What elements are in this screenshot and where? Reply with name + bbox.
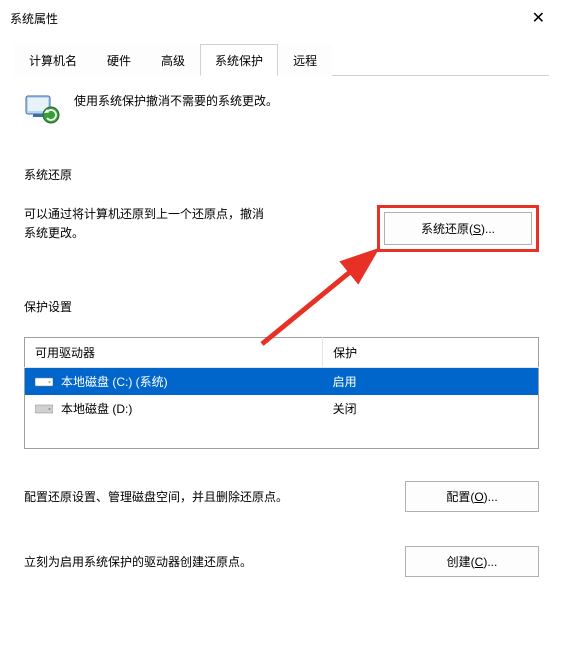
drive-protect-status: 关闭 xyxy=(323,395,539,422)
table-header-row: 可用驱动器 保护 xyxy=(25,338,539,368)
system-restore-button[interactable]: 系统还原(S)... xyxy=(384,212,532,245)
tab-strip: 计算机名 硬件 高级 系统保护 远程 xyxy=(14,44,549,76)
window-title: 系统属性 xyxy=(10,10,58,27)
close-icon[interactable]: ✕ xyxy=(526,8,551,28)
btn-label-suffix: )... xyxy=(483,555,497,569)
restore-description: 可以通过将计算机还原到上一个还原点，撤消系统更改。 xyxy=(24,205,274,243)
btn-label-suffix: )... xyxy=(484,490,498,504)
drive-table: 可用驱动器 保护 本地磁盘 (C:) (系统) xyxy=(24,337,539,449)
tab-remote[interactable]: 远程 xyxy=(278,44,332,76)
table-row[interactable]: 本地磁盘 (C:) (系统) 启用 xyxy=(25,368,539,396)
btn-label-prefix: 系统还原( xyxy=(421,222,473,236)
table-spacer xyxy=(25,422,539,448)
btn-label-prefix: 配置( xyxy=(446,490,474,504)
btn-label-key: O xyxy=(474,490,483,504)
btn-label-key: S xyxy=(473,222,481,236)
tab-advanced[interactable]: 高级 xyxy=(146,44,200,76)
table-row[interactable]: 本地磁盘 (D:) 关闭 xyxy=(25,395,539,422)
drive-protect-status: 启用 xyxy=(323,368,539,396)
btn-label-prefix: 创建( xyxy=(447,555,475,569)
drive-icon xyxy=(35,403,53,415)
drive-name: 本地磁盘 (D:) xyxy=(61,400,132,417)
system-protection-panel: 使用系统保护撤消不需要的系统更改。 系统还原 可以通过将计算机还原到上一个还原点… xyxy=(14,76,549,577)
btn-label-suffix: )... xyxy=(481,222,495,236)
col-header-protect[interactable]: 保护 xyxy=(323,338,539,368)
intro-text: 使用系统保护撤消不需要的系统更改。 xyxy=(74,90,278,109)
section-title-protect: 保护设置 xyxy=(24,298,539,315)
create-button[interactable]: 创建(C)... xyxy=(405,546,539,577)
drive-icon xyxy=(35,376,53,388)
create-description: 立刻为启用系统保护的驱动器创建还原点。 xyxy=(24,553,252,570)
col-header-drive[interactable]: 可用驱动器 xyxy=(25,338,323,368)
section-title-restore: 系统还原 xyxy=(24,166,539,183)
titlebar: 系统属性 ✕ xyxy=(0,0,563,34)
system-protection-icon xyxy=(24,90,60,126)
tab-hardware[interactable]: 硬件 xyxy=(92,44,146,76)
config-description: 配置还原设置、管理磁盘空间，并且删除还原点。 xyxy=(24,488,288,505)
tab-system-protection[interactable]: 系统保护 xyxy=(200,44,278,76)
highlight-box: 系统还原(S)... xyxy=(377,205,539,252)
tab-computer-name[interactable]: 计算机名 xyxy=(14,44,92,76)
drive-name: 本地磁盘 (C:) (系统) xyxy=(61,373,168,390)
configure-button[interactable]: 配置(O)... xyxy=(405,481,539,512)
